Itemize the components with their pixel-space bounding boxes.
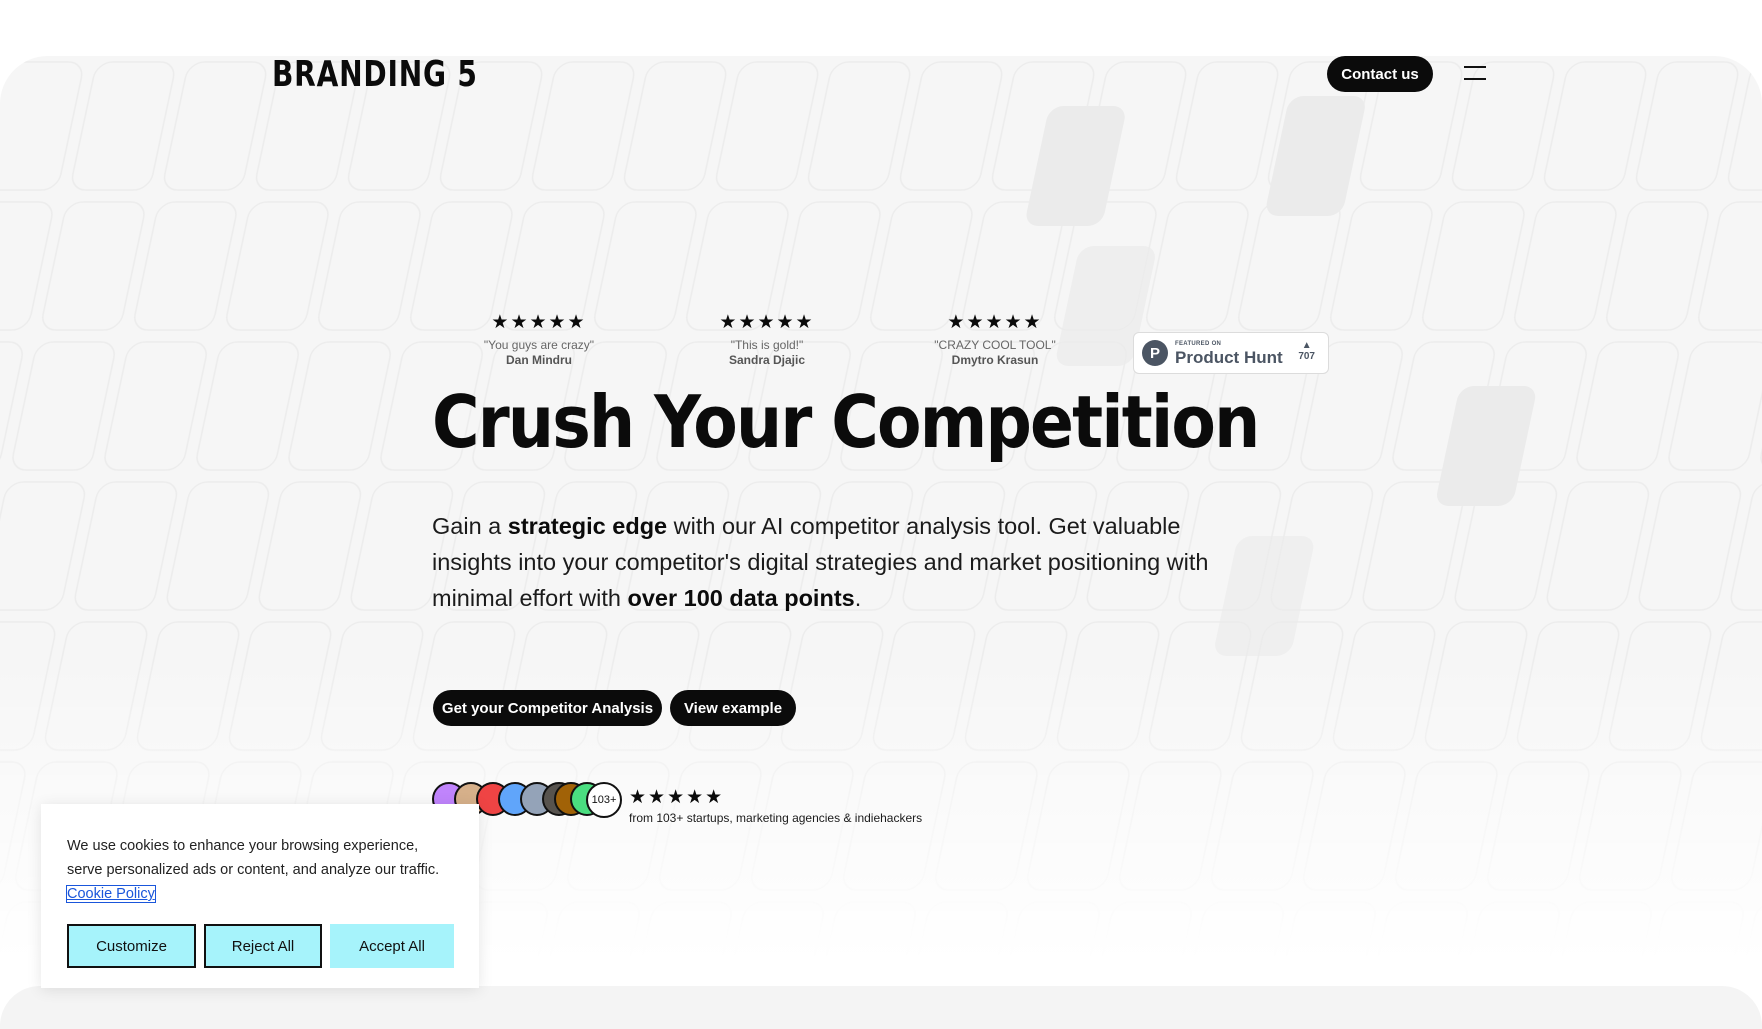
testimonial: ★★★★★ "This is gold!" Sandra Djajic [667, 312, 867, 368]
product-hunt-featured-label: FEATURED ON [1175, 340, 1222, 347]
cookie-policy-link[interactable]: Cookie Policy [66, 885, 156, 903]
reject-all-button[interactable]: Reject All [204, 924, 322, 968]
testimonial-quote: "This is gold!" [730, 338, 804, 352]
hero-headline: Crush Your Competition [432, 380, 1260, 464]
lead-text: Gain a [432, 513, 508, 539]
rating-stars: ★★★★★ [719, 312, 815, 333]
rating-stars: ★★★★★ [491, 312, 587, 333]
testimonial-author: Sandra Djajic [728, 353, 806, 367]
cookie-message: We use cookies to enhance your browsing … [66, 834, 447, 906]
social-proof-text: from 103+ startups, marketing agencies &… [629, 811, 923, 825]
lead-emphasis: over 100 data points [627, 585, 855, 611]
testimonial: ★★★★★ "You guys are crazy" Dan Mindru [439, 312, 639, 368]
more-customers-badge: 103+ [586, 782, 622, 818]
page: BRANDING 5 Contact us ★★★★★ "You guys ar… [0, 0, 1762, 1029]
product-hunt-votes: ▲ 707 [1298, 340, 1315, 363]
accept-all-button[interactable]: Accept All [330, 924, 454, 968]
brand-logo[interactable]: BRANDING 5 [272, 54, 478, 95]
lead-emphasis: strategic edge [507, 513, 668, 539]
hamburger-menu-icon[interactable] [1464, 64, 1488, 82]
cookie-text: We use cookies to enhance your browsing … [67, 838, 440, 878]
cookie-banner: We use cookies to enhance your browsing … [41, 804, 479, 988]
view-example-button[interactable]: View example [670, 690, 796, 726]
testimonial-author: Dmytro Krasun [951, 353, 1039, 367]
rating-stars: ★★★★★ [947, 312, 1043, 333]
testimonial-author: Dan Mindru [506, 353, 572, 367]
contact-us-button[interactable]: Contact us [1327, 56, 1433, 92]
next-section-card [0, 986, 1762, 1029]
get-analysis-button[interactable]: Get your Competitor Analysis [433, 690, 662, 726]
product-hunt-name: Product Hunt [1175, 347, 1283, 367]
rating-stars: ★★★★★ [629, 787, 725, 808]
testimonial-quote: "You guys are crazy" [483, 338, 595, 352]
upvote-count: 707 [1298, 351, 1315, 362]
hero-description: Gain a strategic edge with our AI compet… [432, 508, 1212, 616]
product-hunt-badge[interactable]: P FEATURED ON Product Hunt ▲ 707 [1133, 332, 1329, 374]
upvote-arrow-icon: ▲ [1301, 340, 1312, 351]
customize-button[interactable]: Customize [67, 924, 196, 968]
lead-text: . [854, 585, 862, 611]
product-hunt-logo-icon: P [1142, 340, 1168, 366]
product-hunt-text: FEATURED ON Product Hunt [1175, 341, 1283, 366]
testimonial-quote: "CRAZY COOL TOOL" [934, 338, 1056, 352]
testimonial: ★★★★★ "CRAZY COOL TOOL" Dmytro Krasun [895, 312, 1095, 368]
